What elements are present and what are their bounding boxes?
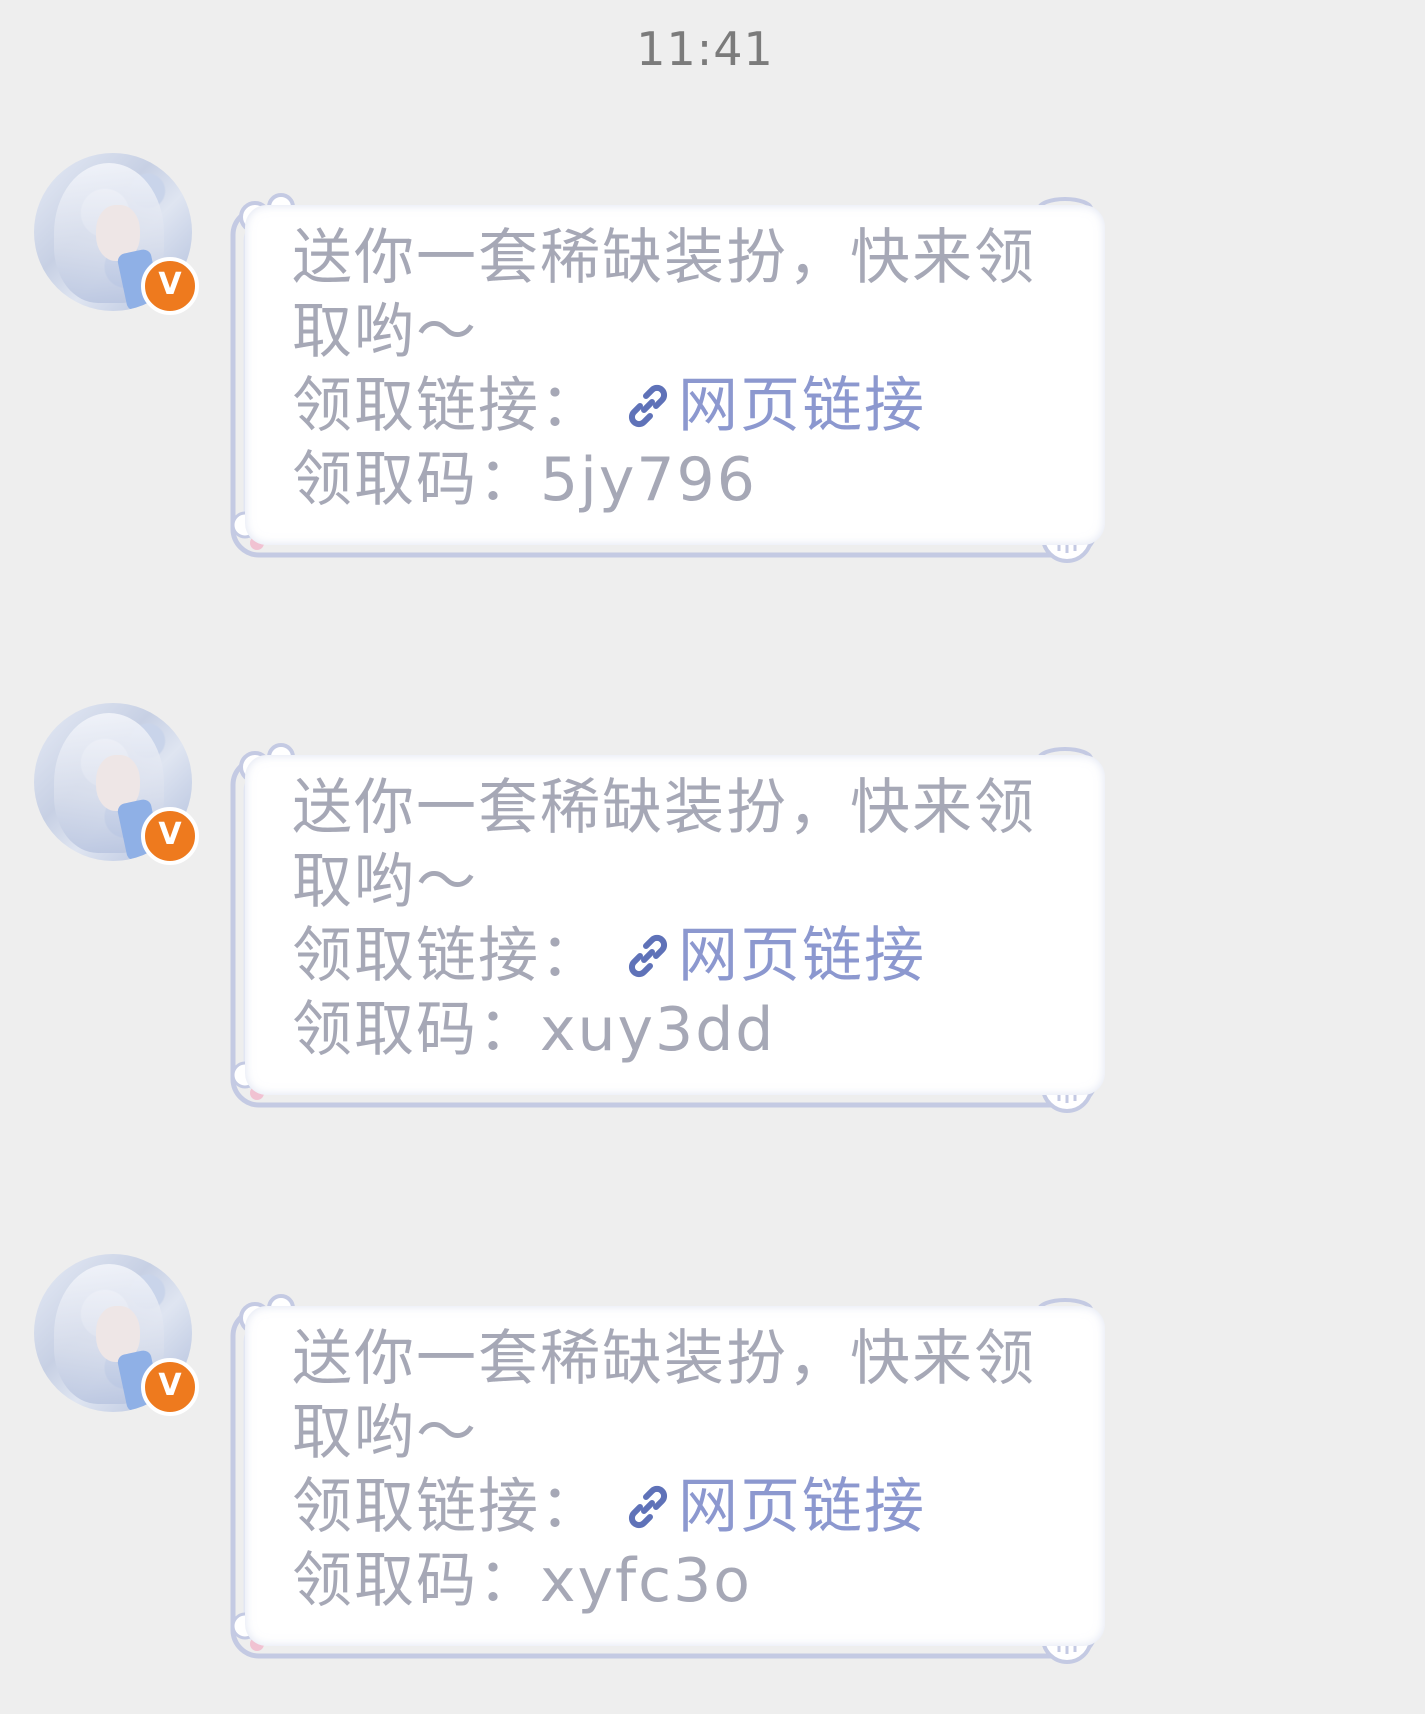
link-label: 领取链接： — [292, 921, 602, 991]
message-text: 送你一套稀缺装扮，快来领 取哟～ 领取链接： 网页链接 领取码：xyfc3o — [292, 1322, 1072, 1618]
chat-message: V 送你一套稀缺装扮，快来领 取哟～ 领取链接： 网页链接 领取码：xyfc3o — [0, 1254, 1425, 1714]
timestamp: 11:41 — [636, 22, 774, 76]
link-label: 领取链接： — [292, 371, 602, 441]
link-row: 领取链接： 网页链接 — [292, 1470, 1072, 1544]
code-row: 领取码：5jy796 — [292, 443, 1072, 517]
redeem-code: 5jy796 — [540, 445, 757, 515]
code-label: 领取码： — [292, 445, 540, 515]
link-chain-icon[interactable] — [622, 930, 674, 982]
link-chain-icon[interactable] — [622, 1481, 674, 1533]
link-label: 领取链接： — [292, 1472, 602, 1542]
verified-badge-icon: V — [141, 1358, 199, 1416]
message-text: 送你一套稀缺装扮，快来领 取哟～ 领取链接： 网页链接 领取码：xuy3dd — [292, 771, 1072, 1067]
message-line: 送你一套稀缺装扮，快来领 — [292, 1324, 1036, 1394]
web-link[interactable]: 网页链接 — [678, 921, 926, 991]
chat-message: V 送你一套稀缺装扮，快来领 取哟～ 领取链接： 网页链接 领取码：5jy796 — [0, 153, 1425, 613]
code-label: 领取码： — [292, 1546, 540, 1616]
message-line: 送你一套稀缺装扮，快来领 — [292, 773, 1036, 843]
link-row: 领取链接： 网页链接 — [292, 369, 1072, 443]
message-line: 取哟～ — [292, 847, 478, 917]
verified-badge-icon: V — [141, 807, 199, 865]
message-line: 送你一套稀缺装扮，快来领 — [292, 223, 1036, 293]
redeem-code: xuy3dd — [540, 995, 776, 1065]
redeem-code: xyfc3o — [540, 1546, 753, 1616]
chat-message: V 送你一套稀缺装扮，快来领 取哟～ 领取链接： 网页链接 领取码：xuy3dd — [0, 703, 1425, 1163]
code-label: 领取码： — [292, 995, 540, 1065]
message-text: 送你一套稀缺装扮，快来领 取哟～ 领取链接： 网页链接 领取码：5jy796 — [292, 221, 1072, 517]
verified-badge-icon: V — [141, 257, 199, 315]
code-row: 领取码：xuy3dd — [292, 993, 1072, 1067]
link-row: 领取链接： 网页链接 — [292, 919, 1072, 993]
message-line: 取哟～ — [292, 1398, 478, 1468]
message-line: 取哟～ — [292, 297, 478, 367]
code-row: 领取码：xyfc3o — [292, 1544, 1072, 1618]
link-chain-icon[interactable] — [622, 380, 674, 432]
web-link[interactable]: 网页链接 — [678, 371, 926, 441]
web-link[interactable]: 网页链接 — [678, 1472, 926, 1542]
